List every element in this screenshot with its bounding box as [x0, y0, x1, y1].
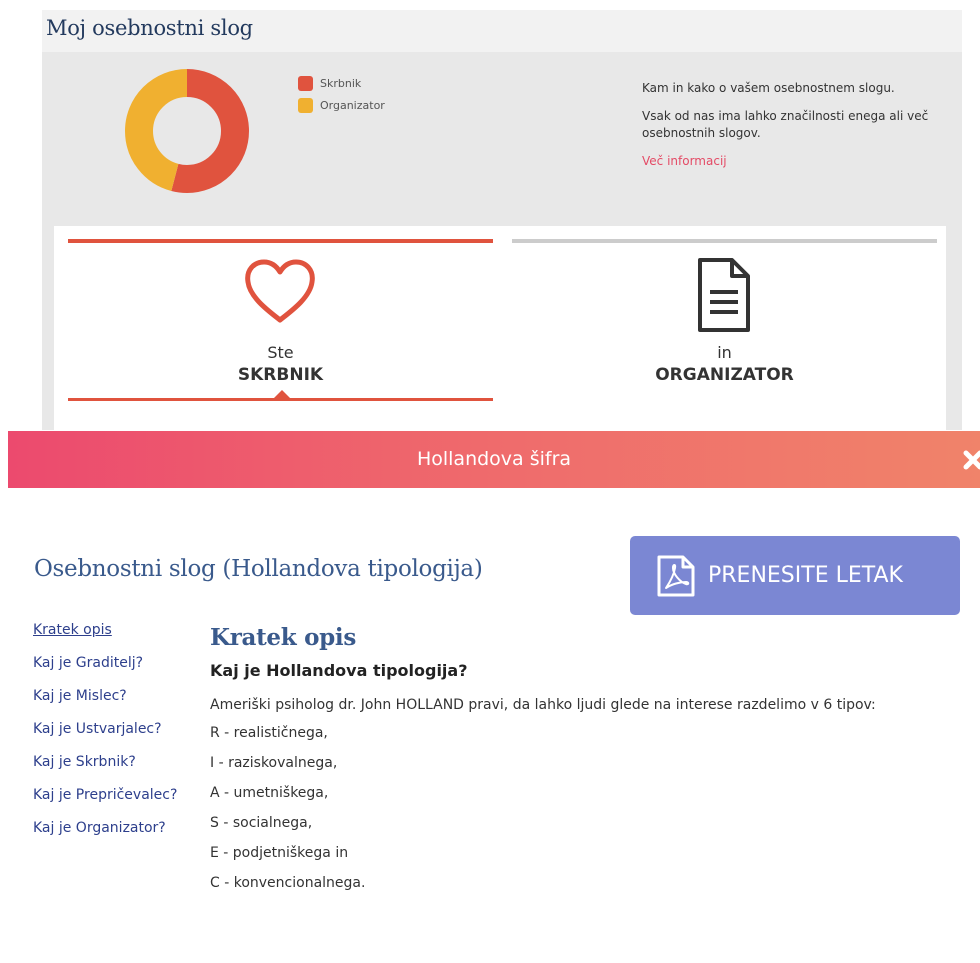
personality-card: Moj osebnostni slog Skrbnik Organizator …	[42, 10, 962, 436]
download-button-label: PRENESITE LETAK	[708, 563, 903, 588]
type-list-item: S - socialnega,	[210, 815, 313, 831]
modal-title: Hollandova šifra	[416, 448, 572, 470]
type-card-organizator[interactable]: in ORGANIZATOR	[512, 226, 942, 436]
type-list-item: A - umetniškega,	[210, 785, 329, 801]
more-info-link[interactable]: Več informacij	[642, 154, 727, 168]
active-underline	[68, 398, 493, 401]
content-intro: Ameriški psiholog dr. John HOLLAND pravi…	[210, 697, 876, 713]
content-subheading: Kaj je Hollandova tipologija?	[210, 661, 468, 680]
modal-header: Hollandova šifra	[8, 431, 980, 488]
pdf-icon	[657, 555, 695, 597]
nav-item-graditelj[interactable]: Kaj je Graditelj?	[33, 654, 183, 673]
legend-item-organizator: Organizator	[298, 94, 385, 116]
section-title: Osebnostni slog (Hollandova tipologija)	[34, 556, 483, 582]
nav-item-kratek-opis[interactable]: Kratek opis	[33, 621, 183, 640]
info-line: Kam in kako o vašem osebnostnem slogu.	[642, 81, 895, 95]
holland-modal: Hollandova šifra Osebnostni slog (Hollan…	[8, 431, 980, 963]
info-line: Vsak od nas ima lahko značilnosti enega …	[642, 109, 929, 140]
side-nav: Kratek opis Kaj je Graditelj? Kaj je Mis…	[33, 621, 183, 852]
info-text: Kam in kako o vašem osebnostnem slogu. V…	[642, 80, 932, 181]
legend-item-skrbnik: Skrbnik	[298, 72, 385, 94]
content-heading: Kratek opis	[210, 624, 357, 651]
type-list-item: C - konvencionalnega.	[210, 875, 366, 891]
nav-item-mislec[interactable]: Kaj je Mislec?	[33, 687, 183, 706]
card-title: Moj osebnostni slog	[46, 16, 253, 40]
document-icon	[698, 258, 750, 332]
type-card-skrbnik[interactable]: Ste SKRBNIK	[68, 226, 498, 436]
card-header: Moj osebnostni slog	[42, 10, 962, 52]
type-card-bar	[68, 239, 493, 243]
legend-label: Skrbnik	[320, 76, 362, 90]
close-icon[interactable]	[958, 445, 980, 475]
content-area: Kratek opis Kaj je Hollandova tipologija…	[210, 624, 960, 902]
nav-item-preprical[interactable]: Kaj je Prepričevalec?	[33, 786, 183, 805]
nav-item-skrbnik[interactable]: Kaj je Skrbnik?	[33, 753, 183, 772]
chart-legend: Skrbnik Organizator	[298, 72, 385, 116]
legend-swatch	[298, 97, 313, 113]
type-name: SKRBNIK	[237, 365, 324, 385]
heart-icon	[245, 259, 315, 323]
type-card-bar	[512, 239, 937, 243]
download-leaflet-button[interactable]: PRENESITE LETAK	[630, 536, 960, 615]
type-prefix: Ste	[267, 343, 294, 362]
active-caret	[274, 390, 290, 398]
legend-label: Organizator	[320, 98, 385, 112]
nav-item-ustvarjalec[interactable]: Kaj je Ustvarjalec?	[33, 720, 183, 739]
donut-chart	[125, 69, 249, 193]
type-panel: Ste SKRBNIK in ORGANIZATOR	[54, 226, 946, 436]
type-name: ORGANIZATOR	[655, 365, 794, 385]
type-prefix: in	[717, 343, 732, 362]
legend-swatch	[298, 75, 313, 91]
type-list-item: I - raziskovalnega,	[210, 755, 338, 771]
type-list-item: E - podjetniškega in	[210, 845, 349, 861]
type-list-item: R - realističnega,	[210, 725, 328, 741]
nav-item-organizator[interactable]: Kaj je Organizator?	[33, 819, 183, 838]
